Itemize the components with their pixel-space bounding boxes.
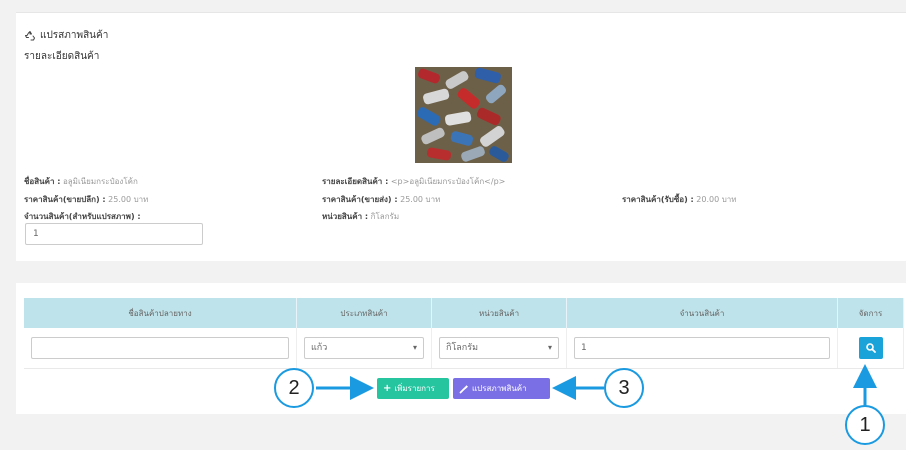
callout-arrows — [316, 364, 877, 408]
callout-1: 1 — [845, 405, 885, 445]
callout-2: 2 — [274, 368, 314, 408]
callout-3: 3 — [604, 368, 644, 408]
